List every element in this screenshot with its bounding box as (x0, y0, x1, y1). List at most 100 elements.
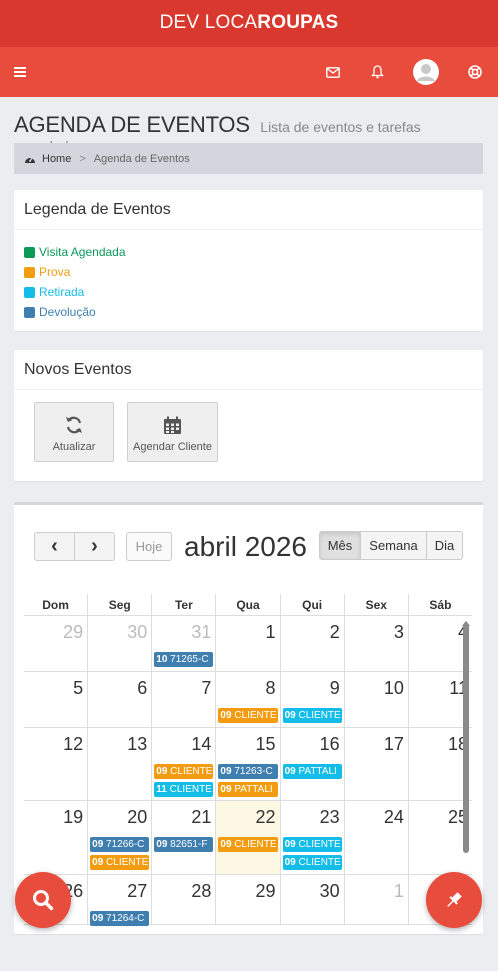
day-cell[interactable]: 20 09 71266-C 09 CLIENTE (87, 801, 151, 874)
event-time: 09 (220, 784, 232, 795)
day-cell[interactable]: 27 09 71264-C (87, 875, 151, 926)
day-number: 9 (329, 678, 340, 698)
search-fab-button[interactable] (15, 872, 71, 928)
day-cell[interactable]: 9 09 CLIENTE (279, 672, 344, 727)
calendar-event[interactable]: 09 CLIENTE (154, 764, 214, 779)
today-button[interactable]: Hoje (126, 532, 172, 561)
calendar-event[interactable]: 09 CLIENTE (218, 837, 278, 852)
day-cell[interactable]: 17 (343, 728, 408, 800)
day-number: 1 (265, 622, 276, 642)
month-grid: Dom Seg Ter Qua Qui Sex Sáb 29 30 31 10 71265-C 1 2… (24, 594, 472, 926)
day-cell[interactable]: 8 09 CLIENTE (215, 672, 279, 727)
week-row: 19 20 09 71266-C 09 CLIENTE 21 09 82651-F 22 09… (24, 801, 472, 875)
day-cell[interactable]: 6 (87, 672, 151, 727)
day-cell[interactable]: 7 (151, 672, 215, 727)
breadcrumb-home[interactable]: Home (42, 153, 71, 165)
schedule-client-label: Agendar Cliente (133, 441, 212, 453)
calendar-event[interactable]: 11 CLIENTE (154, 782, 214, 797)
day-cell-today[interactable]: 22 09 CLIENTE (215, 801, 280, 874)
refresh-label: Atualizar (52, 441, 96, 453)
day-cell[interactable]: 1 (215, 616, 279, 671)
day-cell[interactable]: 15 09 71263-C 09 PATTALI (215, 728, 279, 800)
day-number: 19 (63, 807, 84, 827)
day-cell[interactable]: 24 (343, 801, 408, 874)
day-cell[interactable]: 3 (343, 616, 408, 671)
view-week-button[interactable]: Semana (360, 531, 427, 560)
schedule-client-button[interactable]: Agendar Cliente (127, 402, 218, 462)
calendar-event[interactable]: 09 71264-C (90, 911, 150, 926)
day-cell[interactable]: 14 09 CLIENTE 11 CLIENTE (151, 728, 215, 800)
day-number: 17 (383, 734, 404, 754)
menu-icon[interactable] (13, 47, 27, 97)
view-month-button[interactable]: Mês (319, 531, 361, 560)
calendar-event[interactable]: 09 PATTALI (282, 764, 342, 779)
day-number: 15 (255, 734, 276, 754)
calendar-event[interactable]: 09 82651-F (154, 837, 214, 852)
day-cell[interactable]: 21 09 82651-F (151, 801, 215, 874)
day-number: 12 (63, 734, 84, 754)
event-time: 09 (284, 766, 296, 777)
pin-fab-button[interactable] (426, 872, 482, 928)
legend-label: Retirada (39, 285, 85, 299)
day-cell[interactable]: 13 (87, 728, 151, 800)
event-title: CLIENTE (103, 857, 149, 868)
week-row: 29303110 71265-C1234 (24, 616, 472, 672)
event-title: CLIENTE (295, 857, 341, 868)
legend-title: Legenda de Eventos (14, 190, 483, 230)
day-cell[interactable]: 5 (24, 672, 87, 727)
event-title: PATTALI (295, 766, 337, 777)
day-number: 21 (191, 807, 212, 827)
pin-icon (444, 890, 464, 910)
refresh-button[interactable]: Atualizar (34, 402, 114, 462)
calendar-event[interactable]: 09 71266-C (90, 837, 150, 852)
bell-icon[interactable] (367, 47, 387, 97)
event-title: 71266-C (103, 839, 145, 850)
day-number: 30 (319, 881, 340, 901)
day-number: 16 (319, 734, 340, 754)
calendar-event[interactable]: 10 71265-C (154, 652, 214, 667)
brand-suffix: ROUPAS (257, 12, 339, 33)
lifebuoy-icon[interactable] (464, 47, 486, 97)
calendar-event[interactable]: 09 PATTALI (218, 782, 278, 797)
day-cell[interactable]: 19 (24, 801, 87, 874)
calendar-event[interactable]: 09 71263-C (218, 764, 278, 779)
event-title: PATTALI (231, 784, 273, 795)
event-time: 09 (220, 839, 232, 850)
event-time: 10 (156, 654, 168, 665)
mail-icon[interactable] (323, 47, 343, 97)
event-time: 09 (220, 766, 232, 777)
event-title: 71263-C (231, 766, 273, 777)
calendar-scrollbar[interactable] (463, 623, 469, 853)
day-number: 5 (73, 678, 84, 698)
calendar-event[interactable]: 09 CLIENTE (282, 708, 342, 723)
weekday-label: Dom (42, 598, 69, 612)
day-number: 23 (319, 807, 340, 827)
day-cell[interactable]: 31 10 71265-C (151, 616, 215, 671)
week-row: 262709 71264-C28293012 (24, 875, 472, 926)
calendar-event[interactable]: 09 CLIENTE (90, 855, 150, 870)
event-time: 09 (284, 710, 296, 721)
event-title: CLIENTE (231, 710, 277, 721)
view-day-button[interactable]: Dia (426, 531, 463, 560)
next-month-button[interactable]: › (74, 532, 115, 561)
day-number: 31 (191, 622, 212, 642)
day-cell[interactable]: 30 (87, 616, 151, 671)
calendar-event[interactable]: 09 CLIENTE (282, 855, 342, 870)
day-cell[interactable]: 29 (215, 875, 279, 924)
day-cell[interactable]: 2 (279, 616, 344, 671)
avatar[interactable] (412, 47, 440, 97)
prev-month-button[interactable]: ‹ (34, 532, 75, 561)
day-number: 30 (127, 622, 148, 642)
calendar-event[interactable]: 09 CLIENTE (282, 837, 342, 852)
legend-list: Visita Agendada Prova Retirada Devolução (14, 230, 483, 334)
day-cell[interactable]: 10 (343, 672, 408, 727)
day-cell[interactable]: 28 (151, 875, 215, 924)
day-cell[interactable]: 30 (279, 875, 344, 924)
calendar-event[interactable]: 09 CLIENTE (218, 708, 278, 723)
day-cell[interactable]: 12 (24, 728, 87, 800)
day-cell[interactable]: 23 09 CLIENTE 09 CLIENTE (279, 801, 344, 874)
day-cell[interactable]: 16 09 PATTALI (279, 728, 344, 800)
day-cell[interactable]: 1 (343, 875, 408, 924)
legend-swatch (24, 246, 35, 258)
day-cell[interactable]: 29 (24, 616, 87, 671)
